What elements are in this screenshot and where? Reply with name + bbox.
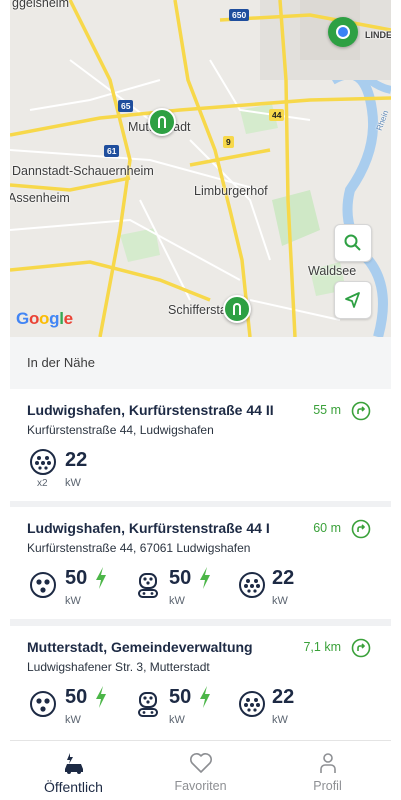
type2-plug-icon [30,449,56,475]
map-pin-mutterstadt[interactable] [148,108,176,136]
map-label-assenheim: Assenheim [10,191,70,205]
station-title: Ludwigshafen, Kurfürstenstraße 44 II [27,402,274,418]
connector-unit: kW [169,714,185,726]
connector-multiplier: x2 [37,478,48,489]
type2-plug-icon [239,572,265,598]
ccs-plug-icon [30,572,56,598]
tab-favoriten[interactable]: Favoriten [137,741,264,800]
station-distance: 60 m [313,521,341,535]
road-shield-650: 650 [229,9,250,21]
tab-profil[interactable]: Profil [264,741,391,800]
bottom-navigation: Öffentlich Favoriten Profil [10,740,391,800]
road-shield-44: 44 [269,109,285,121]
connector-power: 50 [65,686,88,708]
road-shield-61: 61 [104,145,120,157]
chademo-plug-icon [138,573,158,598]
chademo-plug-icon [138,692,158,717]
charging-car-icon [64,753,83,774]
map-locate-button[interactable] [334,281,372,319]
connector-unit: kW [65,595,81,607]
road-shield-65: 65 [118,100,134,112]
connector-power: 50 [169,567,192,589]
person-icon [319,753,336,773]
map-label-oggersheim: ggeisheim [12,0,69,10]
map-label-linden: LINDE [365,30,391,40]
map-view[interactable]: ggeisheim Mutterstadt Dannstadt-Schauern… [10,0,391,337]
directions-icon[interactable] [351,638,371,658]
connector-power: 50 [169,686,192,708]
navigation-arrow-icon [345,292,360,308]
station-title: Mutterstadt, Gemeindeverwaltung [27,639,253,655]
charging-station-icon [233,303,241,315]
map-pin-schifferstadt[interactable] [223,295,251,323]
fast-charge-bolt-icon [200,567,210,589]
search-icon [344,234,361,251]
tab-label: Favoriten [174,779,227,793]
fast-charge-bolt-icon [96,567,106,589]
connector-unit: kW [169,595,185,607]
fast-charge-bolt-icon [200,686,210,708]
station-card-3[interactable]: Mutterstadt, Gemeindeverwaltung 7,1 km L… [10,626,391,740]
station-address: Ludwigshafener Str. 3, Mutterstadt [27,660,210,674]
map-label-waldsee: Waldsee [308,264,357,278]
connector-power: 22 [65,449,88,471]
nearby-section-title: In der Nähe [10,337,391,389]
ccs-plug-icon [30,691,56,717]
connector-unit: kW [65,714,81,726]
directions-icon[interactable] [351,519,371,539]
station-card-2[interactable]: Ludwigshafen, Kurfürstenstraße 44 I 60 m… [10,507,391,619]
station-distance: 55 m [313,403,341,417]
tab-oeffentlich[interactable]: Öffentlich [10,741,137,800]
map-label-dannstadt: Dannstadt-Schauernheim [12,164,154,178]
current-location-marker [328,17,358,47]
station-title: Ludwigshafen, Kurfürstenstraße 44 I [27,520,270,536]
connector-power: 50 [65,567,88,589]
station-card-1[interactable]: Ludwigshafen, Kurfürstenstraße 44 II 55 … [10,389,391,501]
type2-plug-icon [239,691,265,717]
heart-icon [189,753,212,773]
station-address: Kurfürstenstraße 44, 67061 Ludwigshafen [27,541,251,555]
connector-unit: kW [272,714,288,726]
tab-label: Öffentlich [44,779,103,795]
road-shield-9: 9 [223,136,234,148]
connector-unit: kW [272,595,288,607]
fast-charge-bolt-icon [96,686,106,708]
google-logo: Google [16,309,73,328]
connector-unit: kW [65,477,81,489]
directions-icon[interactable] [351,401,371,421]
tab-label: Profil [313,779,342,793]
connector-power: 22 [272,567,295,589]
connector-power: 22 [272,686,295,708]
station-distance: 7,1 km [303,640,341,654]
app-frame: ggeisheim Mutterstadt Dannstadt-Schauern… [10,0,391,800]
charging-station-icon [158,116,166,128]
station-address: Kurfürstenstraße 44, Ludwigshafen [27,423,214,437]
map-search-button[interactable] [334,224,372,262]
map-label-limburgerhof: Limburgerhof [194,184,268,198]
